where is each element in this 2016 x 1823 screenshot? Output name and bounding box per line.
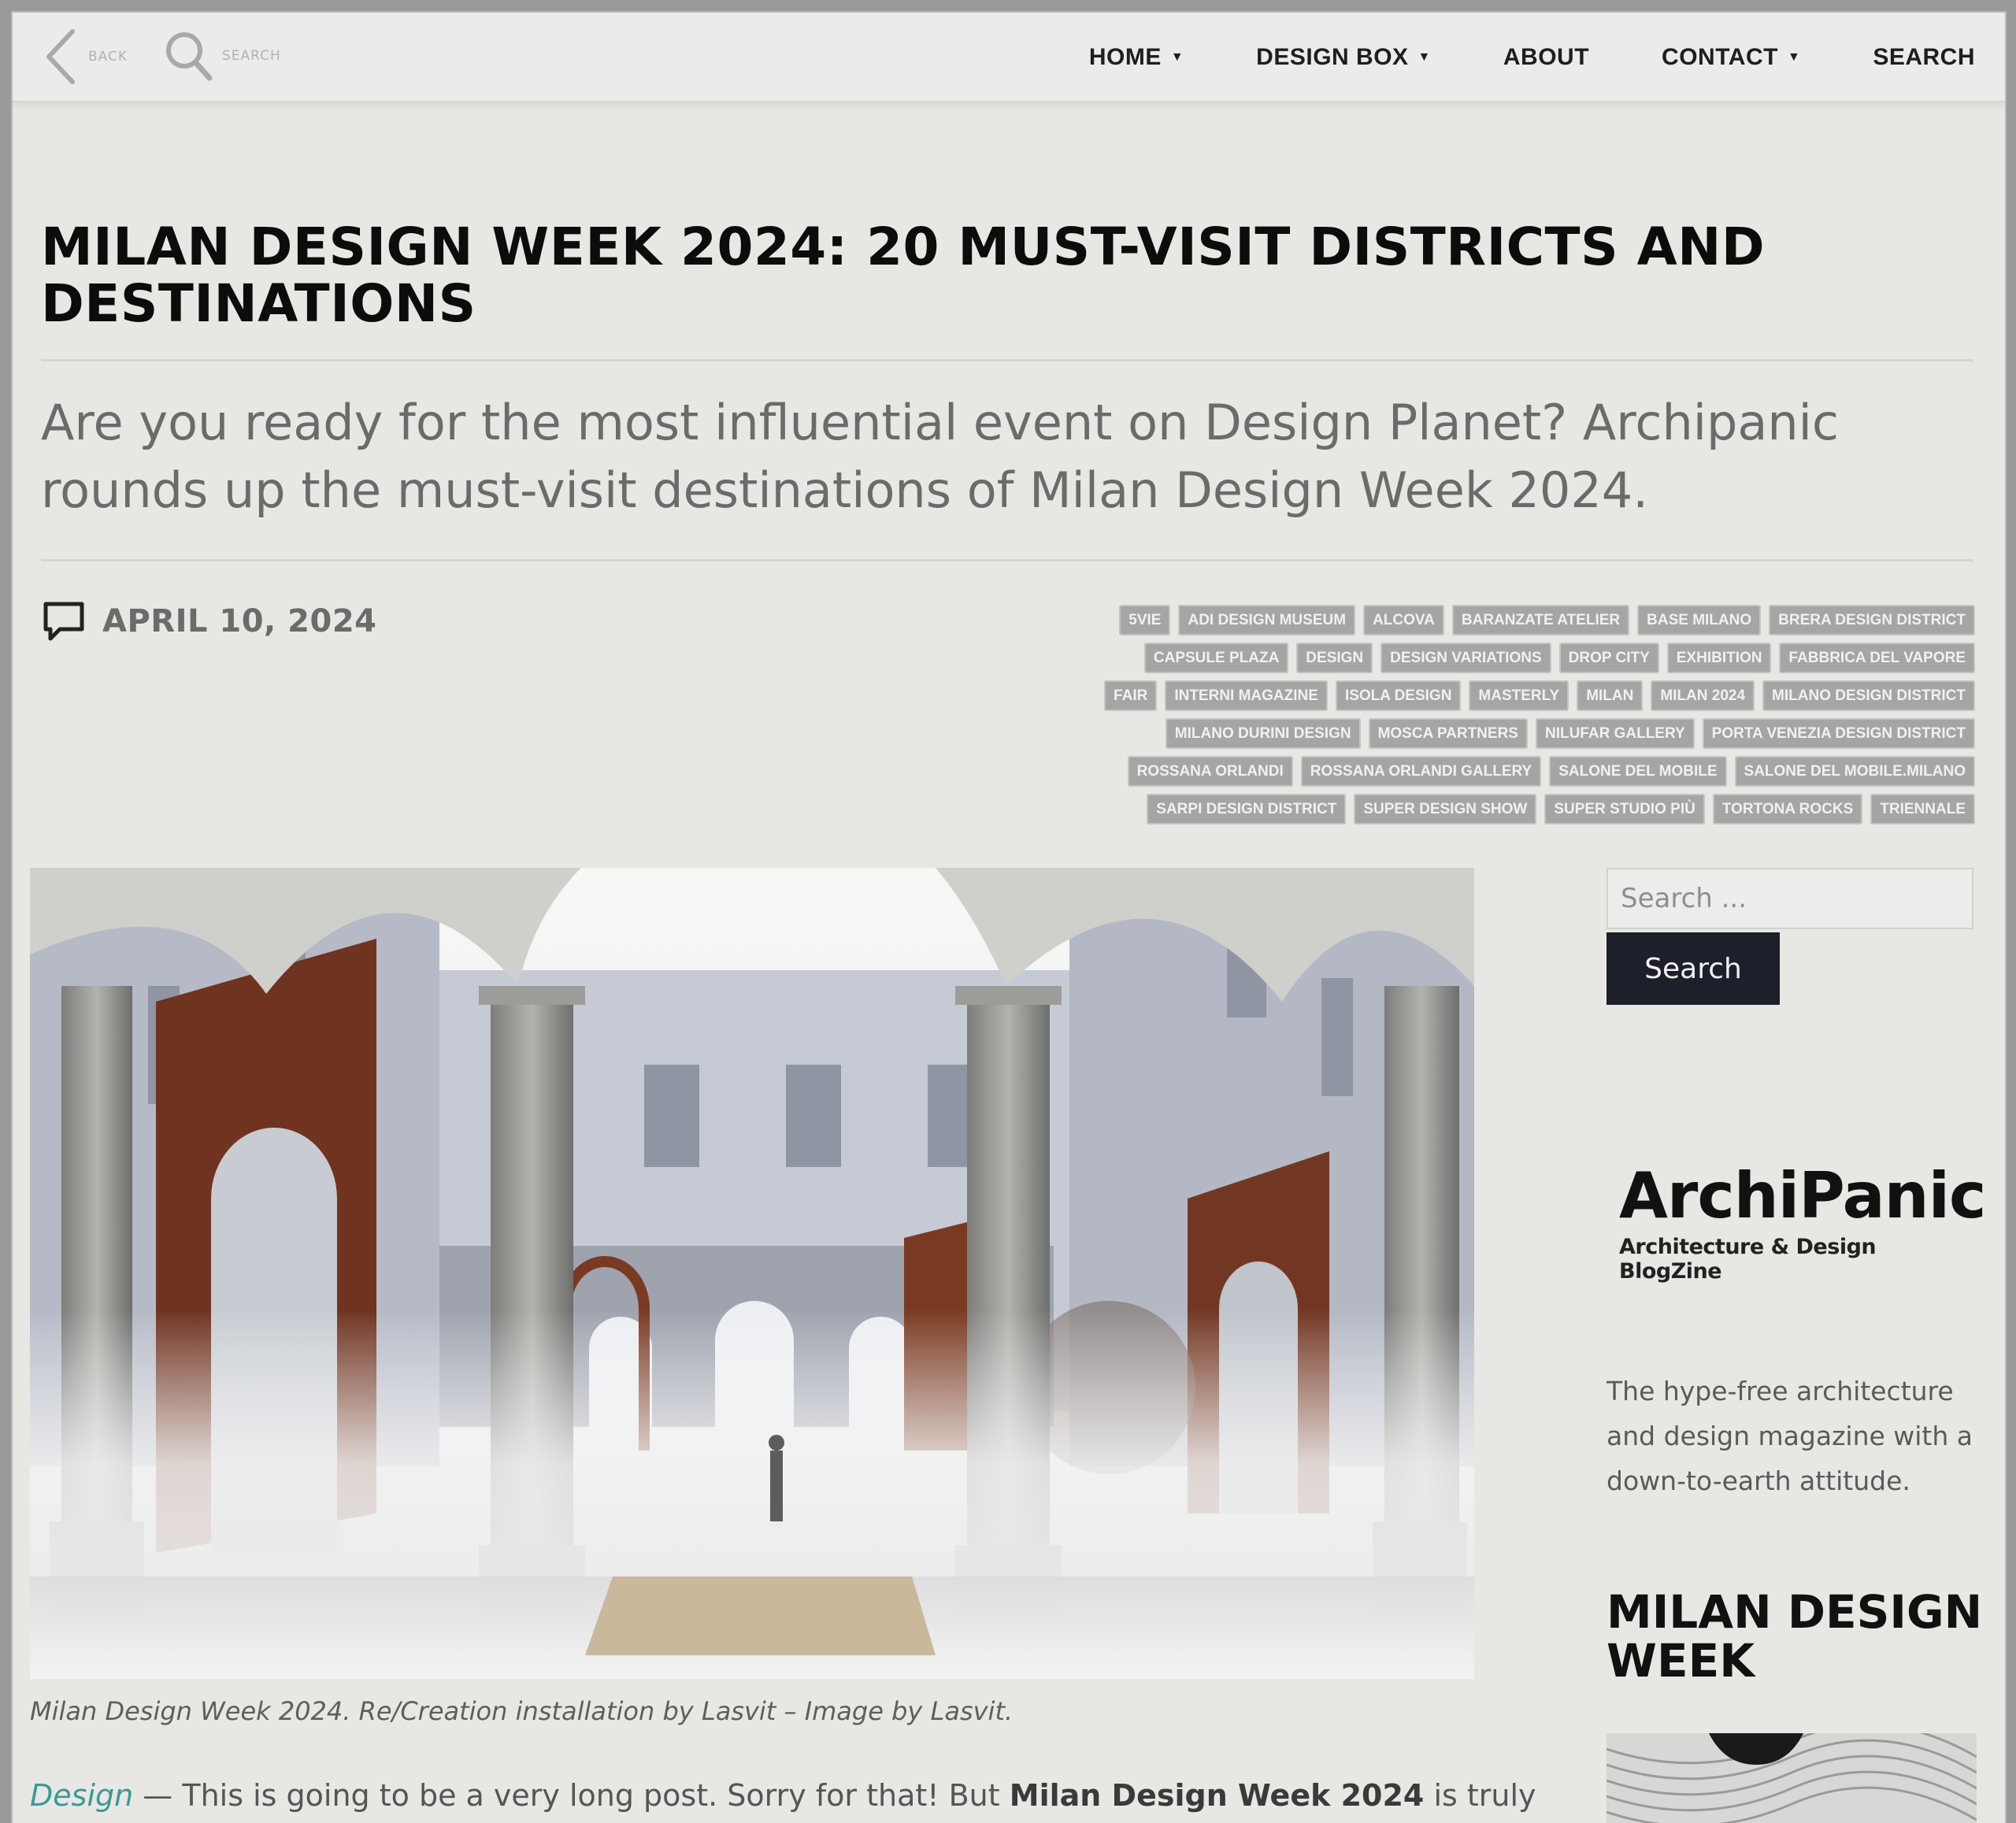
tag-link[interactable]: NILUFAR GALLERY [1535, 718, 1695, 749]
tag-link[interactable]: BASE MILANO [1637, 605, 1762, 635]
tag-link[interactable]: ALCOVA [1363, 605, 1444, 635]
nav-home[interactable]: HOME ▼ [1089, 44, 1184, 71]
tag-link[interactable]: DESIGN [1296, 643, 1373, 673]
nav-contact[interactable]: CONTACT ▼ [1662, 44, 1800, 71]
tag-link[interactable]: MILANO DESIGN DISTRICT [1762, 680, 1975, 711]
nav-about-label: ABOUT [1503, 44, 1590, 70]
tag-link[interactable]: SARPI DESIGN DISTRICT [1147, 794, 1347, 824]
tag-link[interactable]: SUPER STUDIO PIÙ [1544, 794, 1705, 824]
image-caption: Milan Design Week 2024. Re/Creation inst… [30, 1696, 1014, 1726]
tag-link[interactable]: BRERA DESIGN DISTRICT [1769, 605, 1975, 635]
tag-link[interactable]: TORTONA ROCKS [1712, 794, 1863, 824]
comment-icon[interactable] [41, 599, 87, 643]
brand-name: ArchiPanic [1619, 1159, 1986, 1232]
caret-down-icon: ▼ [1170, 50, 1184, 64]
tag-row: CAPSULE PLAZA DESIGN DESIGN VARIATIONS DROP… [1006, 643, 1975, 673]
nav-design-box[interactable]: DESIGN BOX ▼ [1256, 44, 1431, 71]
tag-link[interactable]: TRIENNALE [1870, 794, 1975, 824]
tag-link[interactable]: SALONE DEL MOBILE.MILANO [1734, 756, 1975, 787]
category-link[interactable]: Design [30, 1778, 133, 1813]
article-date: APRIL 10, 2024 [102, 603, 377, 639]
nav-about[interactable]: ABOUT [1503, 44, 1589, 71]
article-title: MILAN DESIGN WEEK 2024: 20 MUST-VISIT DI… [41, 217, 1766, 334]
tag-cloud: 5VIE ADI DESIGN MUSEUM ALCOVA BARANZATE ATE… [1006, 605, 1975, 832]
tag-row: ROSSANA ORLANDI ROSSANA ORLANDI GALLERY SA… [1006, 756, 1975, 787]
tag-link[interactable]: MILAN [1577, 680, 1644, 711]
back-label: BACK [88, 49, 128, 65]
tag-link[interactable]: SUPER DESIGN SHOW [1354, 794, 1537, 824]
sidebar-thumbnail-image[interactable] [1606, 1733, 1977, 1823]
body-text-1: — This is going to be a very long post. … [133, 1778, 1010, 1813]
tag-row: MILANO DURINI DESIGN MOSCA PARTNERS NILUFA… [1006, 718, 1975, 749]
body-bold: Milan Design Week 2024 [1009, 1778, 1425, 1813]
tag-row: SARPI DESIGN DISTRICT SUPER DESIGN SHOW SU… [1006, 794, 1975, 824]
tag-link[interactable]: ADI DESIGN MUSEUM [1178, 605, 1356, 635]
main-nav: HOME ▼ DESIGN BOX ▼ ABOUT CONTACT ▼ SEARCH [1017, 44, 1975, 71]
tag-link[interactable]: EXHIBITION [1666, 643, 1772, 673]
nav-home-label: HOME [1088, 44, 1162, 70]
tag-link[interactable]: ROSSANA ORLANDI GALLERY [1300, 756, 1542, 787]
about-text: The hype-free architecture and design ma… [1606, 1376, 1973, 1496]
tag-link[interactable]: MOSCA PARTNERS [1368, 718, 1528, 749]
sidebar-section-heading: MILAN DESIGN WEEK [1606, 1585, 1983, 1688]
tag-link[interactable]: FAIR [1104, 680, 1158, 711]
tag-link[interactable]: INTERNI MAGAZINE [1165, 680, 1328, 711]
tag-link[interactable]: FABBRICA DEL VAPORE [1779, 643, 1975, 673]
nav-design-box-label: DESIGN BOX [1256, 44, 1409, 70]
back-button[interactable]: BACK [41, 27, 128, 87]
chevron-left-icon [46, 29, 75, 84]
sidebar-search-button[interactable]: Search [1606, 932, 1780, 1005]
top-search-label: SEARCH [222, 48, 281, 64]
top-search-button[interactable]: SEARCH [162, 28, 281, 83]
tag-row: FAIR INTERNI MAGAZINE ISOLA DESIGN MASTERLY… [1006, 680, 1975, 711]
body-text-2: is truly [1424, 1778, 1536, 1813]
nav-contact-label: CONTACT [1662, 44, 1778, 70]
caret-down-icon: ▼ [1787, 50, 1801, 64]
divider [41, 359, 1973, 361]
caret-down-icon: ▼ [1418, 50, 1431, 64]
tag-link[interactable]: PORTA VENEZIA DESIGN DISTRICT [1702, 718, 1975, 749]
tag-link[interactable]: 5VIE [1119, 605, 1171, 635]
tag-link[interactable]: MILANO DURINI DESIGN [1165, 718, 1361, 749]
tag-link[interactable]: BARANZATE ATELIER [1451, 605, 1630, 635]
nav-search[interactable]: SEARCH [1873, 44, 1975, 71]
tag-link[interactable]: DESIGN VARIATIONS [1380, 643, 1551, 673]
brand-logo[interactable]: ArchiPanic Architecture & Design BlogZin… [1619, 1159, 1986, 1284]
top-bar: BACK SEARCH HOME ▼ DESIGN BOX ▼ ABOUT CONT… [13, 13, 2005, 102]
tag-link[interactable]: ISOLA DESIGN [1335, 680, 1462, 711]
tag-link[interactable]: CAPSULE PLAZA [1143, 643, 1289, 673]
article-subtitle: Are you ready for the most influential e… [41, 394, 1839, 519]
article-meta: APRIL 10, 2024 [41, 599, 376, 643]
tag-link[interactable]: SALONE DEL MOBILE [1549, 756, 1727, 787]
search-icon [166, 32, 213, 81]
sidebar-search-input[interactable] [1606, 868, 1973, 929]
divider [41, 559, 1973, 561]
browser-page: BACK SEARCH HOME ▼ DESIGN BOX ▼ ABOUT CONT… [13, 13, 2005, 1823]
tag-row: 5VIE ADI DESIGN MUSEUM ALCOVA BARANZATE ATE… [1006, 605, 1975, 635]
hero-image [30, 868, 1474, 1679]
tag-link[interactable]: ROSSANA ORLANDI [1127, 756, 1293, 787]
tag-link[interactable]: MASTERLY [1469, 680, 1569, 711]
article-body: Design — This is going to be a very long… [30, 1778, 1536, 1813]
tag-link[interactable]: MILAN 2024 [1651, 680, 1755, 711]
nav-search-label: SEARCH [1873, 44, 1975, 70]
tag-link[interactable]: DROP CITY [1558, 643, 1659, 673]
brand-tagline: Architecture & Design BlogZine [1619, 1235, 1877, 1284]
